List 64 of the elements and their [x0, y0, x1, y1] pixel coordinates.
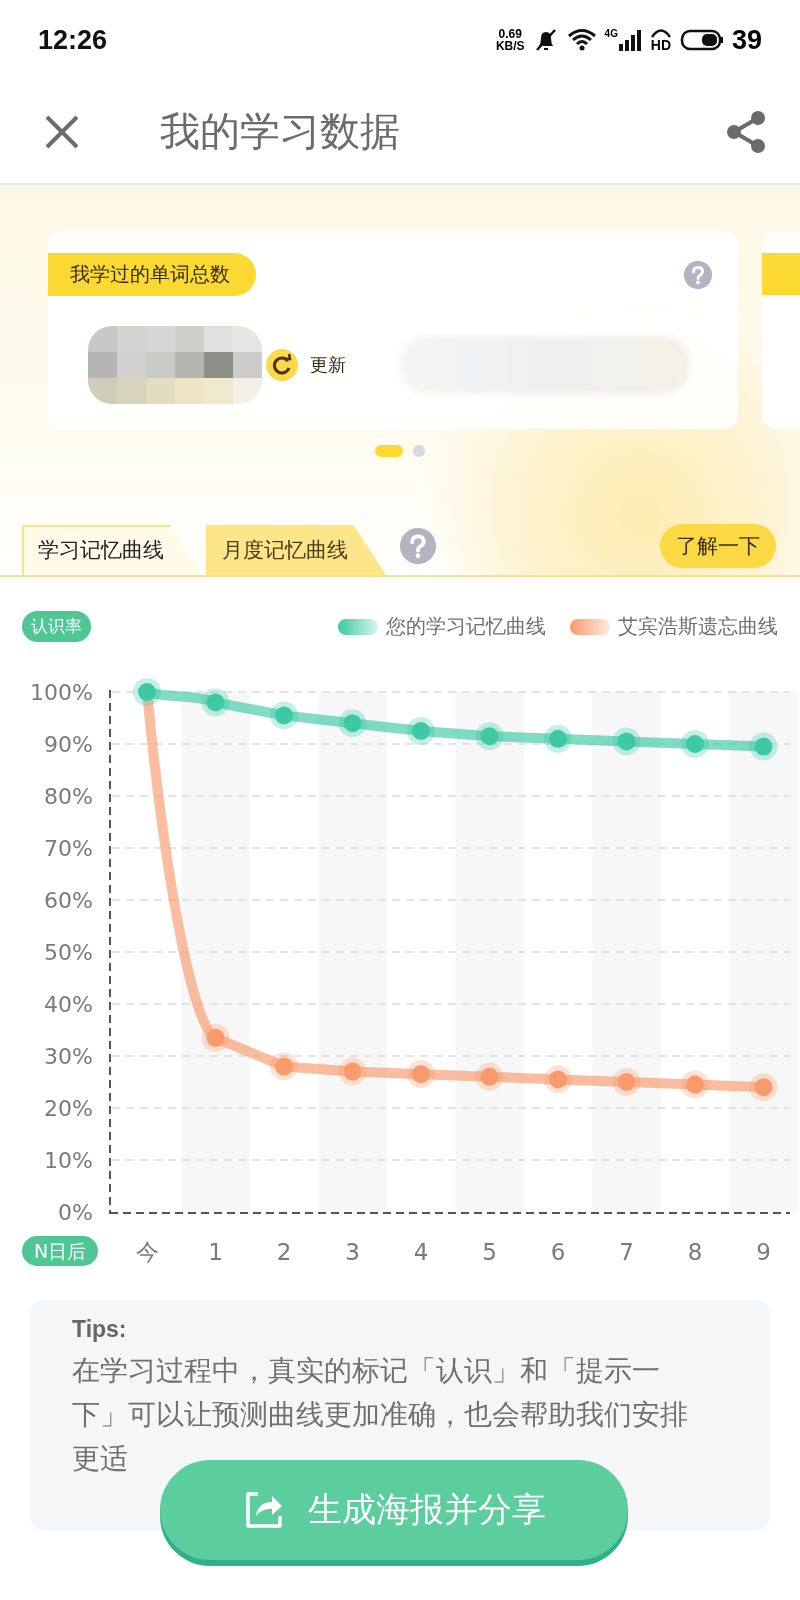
data-point — [681, 1070, 709, 1099]
battery-percent: 39 — [731, 24, 762, 56]
y-tick-label: 50% — [44, 940, 93, 965]
y-axis-badge: 认识率 — [22, 611, 91, 642]
network-speed: 0.69 KB/S — [495, 28, 525, 52]
learn-more-button[interactable]: 了解一下 — [660, 524, 776, 568]
y-tick-label: 40% — [44, 992, 93, 1017]
x-tick-label: 3 — [345, 1239, 360, 1265]
data-point — [407, 717, 435, 745]
data-point — [270, 1052, 298, 1081]
x-tick-label: 2 — [276, 1239, 292, 1265]
hd-voice-indicator: HD — [649, 28, 672, 52]
status-time: 12:26 — [38, 24, 108, 56]
data-point — [612, 727, 641, 756]
tips-title: Tips: — [72, 1316, 128, 1343]
legend-label: 艾宾浩斯遗忘曲线 — [618, 613, 778, 640]
x-tick-label: 7 — [619, 1239, 634, 1265]
x-tick-label: 9 — [756, 1239, 771, 1265]
close-icon[interactable] — [44, 113, 80, 150]
x-tick-label: 8 — [687, 1239, 703, 1265]
cell-signal: 4G — [604, 28, 642, 52]
data-point — [338, 1057, 367, 1086]
refresh-button[interactable]: 更新 — [266, 349, 346, 381]
help-icon[interactable] — [400, 528, 436, 564]
wifi-icon — [566, 28, 597, 52]
y-tick-label: 60% — [44, 888, 93, 913]
data-point — [270, 701, 298, 730]
y-tick-label: 20% — [44, 1096, 93, 1121]
data-point — [133, 678, 161, 706]
y-tick-label: 30% — [44, 1044, 93, 1069]
data-point — [201, 688, 230, 717]
data-point — [544, 1065, 572, 1094]
y-tick-label: 70% — [44, 836, 93, 861]
battery-icon — [679, 29, 724, 51]
data-point — [749, 732, 778, 761]
share-icon[interactable] — [726, 109, 766, 154]
x-tick-label: 4 — [413, 1239, 429, 1265]
refresh-icon — [266, 349, 298, 381]
y-tick-label: 10% — [44, 1148, 93, 1173]
data-point — [338, 709, 367, 738]
data-point — [681, 730, 709, 758]
legend-label: 您的学习记忆曲线 — [386, 613, 546, 640]
data-point — [475, 1062, 504, 1091]
x-tick-label: 1 — [208, 1239, 223, 1265]
page-title: 我的学习数据 — [160, 107, 401, 156]
x-tick-label: 今 — [135, 1239, 159, 1265]
help-icon[interactable] — [684, 260, 712, 289]
data-point — [544, 724, 572, 753]
x-axis-badge: N日后 — [22, 1236, 98, 1266]
data-point — [201, 1023, 230, 1052]
y-tick-label: 80% — [44, 784, 93, 809]
y-tick-label: 90% — [44, 732, 93, 757]
page-dot[interactable] — [413, 445, 425, 457]
data-point — [475, 722, 504, 751]
card-label: 我学过的单词总数 — [48, 253, 256, 296]
x-tick-label: 6 — [550, 1239, 566, 1265]
y-tick-label: 100% — [30, 680, 93, 705]
chart-tab[interactable]: 学习记忆曲线 — [22, 525, 202, 575]
data-point — [749, 1073, 778, 1102]
data-point — [612, 1068, 641, 1096]
data-point — [407, 1060, 435, 1089]
y-tick-label: 0% — [58, 1200, 93, 1225]
chart-tab[interactable]: 月度记忆曲线 — [206, 525, 386, 575]
x-tick-label: 5 — [482, 1239, 497, 1265]
